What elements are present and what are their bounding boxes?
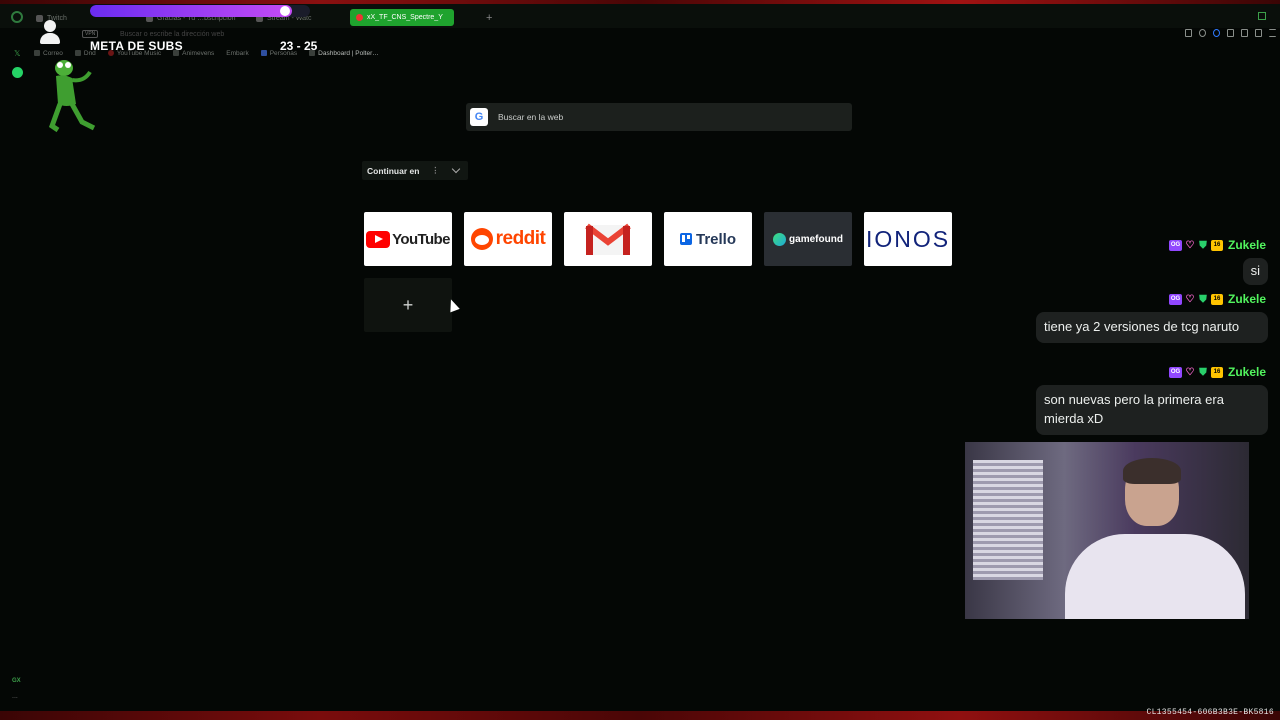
shield-badge-icon: ⛊ [1199, 366, 1207, 378]
download-icon[interactable] [1255, 29, 1262, 37]
speed-dial-gamefound[interactable]: gamefound [764, 212, 852, 266]
bookmark-embark[interactable]: Embark [226, 48, 248, 58]
sub-goal-progress-fill [90, 5, 293, 17]
gamefound-logo-icon: gamefound [773, 232, 843, 246]
web-search-box[interactable]: G Buscar en la web [466, 103, 852, 131]
recording-icon [356, 14, 363, 21]
vpn-toolbar-icon[interactable] [1213, 29, 1220, 37]
window-control-icon[interactable] [1258, 12, 1266, 20]
youtube-logo-icon: YouTube [366, 230, 450, 248]
sub-badge-icon: 16 [1210, 366, 1223, 378]
opera-gx-logo-icon[interactable] [11, 11, 23, 23]
bookmark-animevens[interactable]: Animevens [173, 48, 214, 58]
chat-username: Zukele [1227, 238, 1266, 252]
chat-message: son nuevas pero la primera era mierda xD [1036, 385, 1268, 435]
ionos-logo-icon: IONOS [865, 225, 951, 252]
chat-author: OG ♡ ⛊ 16 Zukele [1168, 238, 1266, 252]
chat-author: OG ♡ ⛊ 16 Zukele [1168, 292, 1266, 306]
heart-badge-icon: ♡ [1185, 293, 1195, 305]
whatsapp-icon[interactable] [12, 67, 23, 78]
stream-code-id: CL1355454-606B3B3E-BK5816 [1146, 708, 1274, 717]
sub-badge-icon: 16 [1210, 239, 1223, 251]
shield-badge-icon: ⛊ [1199, 239, 1207, 251]
sidebar-more-icon[interactable]: ... [12, 693, 18, 700]
chat-author: OG ♡ ⛊ 16 Zukele [1168, 365, 1266, 379]
personas-icon [260, 50, 267, 56]
youtube-music-icon [107, 50, 114, 56]
sub-badge-icon: 16 [1210, 293, 1223, 305]
og-badge-icon: OG [1168, 293, 1182, 305]
chat-username: Zukele [1227, 365, 1266, 379]
speed-dial-reddit[interactable]: reddit [464, 212, 552, 266]
tab-active-stream[interactable]: xX_TF_CNS_Spectre_Y [350, 9, 454, 26]
chat-message: si [1242, 258, 1268, 285]
bookmark-dashboard[interactable]: Dashboard | Polter… [309, 48, 379, 58]
new-tab-button[interactable]: + [486, 12, 492, 24]
continue-in-dropdown[interactable]: Continuar en ⋮ [362, 161, 468, 180]
shield-badge-icon: ⛊ [1199, 293, 1207, 305]
globe-icon [309, 50, 316, 56]
sub-goal-progress-bar [90, 5, 310, 17]
address-bar[interactable]: Buscar o escribe la dirección web [80, 28, 340, 42]
menu-icon[interactable] [1269, 29, 1276, 37]
snapshot-icon[interactable] [1185, 29, 1192, 37]
chevron-down-icon[interactable] [452, 164, 461, 174]
streamer-webcam [965, 442, 1249, 619]
heart-badge-icon: ♡ [1185, 239, 1195, 251]
tab-label: xX_TF_CNS_Spectre_Y [367, 14, 443, 21]
speed-dial-trello[interactable]: Trello [664, 212, 752, 266]
plus-icon: + [402, 294, 414, 315]
toolbar-icons [1185, 29, 1276, 37]
gmail-logo-icon [585, 223, 631, 255]
twitter-x-icon[interactable]: 𝕏 [14, 49, 20, 58]
bookmark-personas[interactable]: Personas [260, 48, 297, 58]
speed-dial-youtube[interactable]: YouTube [364, 212, 452, 266]
dark-mode-icon[interactable] [1199, 29, 1206, 37]
og-badge-icon: OG [1168, 366, 1182, 378]
mail-icon [34, 50, 40, 56]
wallet-icon[interactable] [1227, 29, 1234, 37]
stream-border-bottom [0, 711, 1280, 720]
continue-label: Continuar en [367, 165, 420, 176]
chat-username: Zukele [1227, 292, 1266, 306]
heart-badge-icon: ♡ [1185, 366, 1195, 378]
dancing-frog-icon [48, 60, 96, 133]
add-speed-dial-button[interactable]: + [364, 278, 452, 332]
reddit-logo-icon: reddit [470, 228, 546, 250]
globe-icon [173, 50, 180, 56]
bookmark-youtube-music[interactable]: YouTube Music [107, 48, 161, 58]
speed-dial-ionos[interactable]: IONOS [864, 212, 952, 266]
trello-logo-icon: Trello [679, 231, 736, 248]
og-badge-icon: OG [1168, 239, 1182, 251]
user-avatar-icon [38, 18, 62, 44]
kebab-menu-icon[interactable]: ⋮ [431, 166, 439, 175]
search-placeholder: Buscar en la web [498, 112, 564, 122]
chat-message: tiene ya 2 versiones de tcg naruto [1036, 312, 1268, 343]
extensions-icon[interactable] [1241, 29, 1248, 37]
google-icon: G [470, 108, 488, 126]
speed-dial-gmail[interactable] [564, 212, 652, 266]
gx-corner-label[interactable]: GX [12, 678, 21, 684]
